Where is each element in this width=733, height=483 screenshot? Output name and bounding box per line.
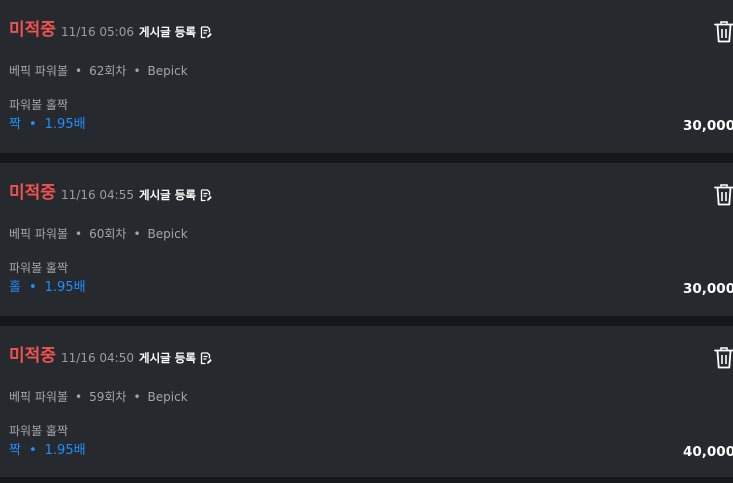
result-status: 미적중	[9, 20, 56, 40]
game-name: 베픽 파워볼	[9, 227, 69, 241]
post-article-button[interactable]: 게시글 등록	[139, 349, 212, 367]
odds-value: 1.95배	[44, 117, 86, 132]
bet-time: 11/16 04:50	[61, 351, 134, 365]
bet-type: 파워볼 홀짝	[9, 98, 69, 112]
bet-type: 파워볼 홀짝	[9, 424, 69, 438]
separator-dot: •	[28, 443, 37, 458]
pick-value: 짝	[9, 117, 21, 132]
bet-time: 11/16 05:06	[61, 25, 134, 39]
document-edit-icon	[200, 351, 212, 365]
delete-button[interactable]	[713, 20, 733, 44]
post-article-button[interactable]: 게시글 등록	[139, 186, 212, 204]
separator-dot: •	[28, 117, 37, 132]
post-article-label: 게시글 등록	[139, 25, 196, 39]
bet-meta: 베픽 파워볼 • 62회차 • Bepick	[9, 63, 188, 79]
odds-value: 1.95배	[44, 443, 86, 458]
delete-button[interactable]	[713, 183, 733, 207]
result-status: 미적중	[9, 183, 56, 203]
site-name: Bepick	[147, 390, 188, 404]
trash-icon	[713, 20, 733, 44]
game-name: 베픽 파워볼	[9, 390, 69, 404]
site-name: Bepick	[147, 64, 188, 78]
round-number: 62회차	[89, 64, 127, 78]
post-article-label: 게시글 등록	[139, 188, 196, 202]
bet-card: 미적중 11/16 04:50 게시글 등록 베픽 파워볼 • 59회차 • Bepic…	[0, 326, 733, 477]
bet-amount: 40,000원	[683, 444, 733, 460]
delete-button[interactable]	[713, 346, 733, 370]
bet-amount: 30,000원	[683, 281, 733, 297]
bet-card: 미적중 11/16 05:06 게시글 등록 베픽 파워볼 • 62회차 • Bepic…	[0, 0, 733, 153]
bet-meta: 베픽 파워볼 • 60회차 • Bepick	[9, 226, 188, 242]
pick-value: 홀	[9, 280, 21, 295]
odds-value: 1.95배	[44, 280, 86, 295]
separator-dot: •	[133, 390, 141, 404]
site-name: Bepick	[147, 227, 188, 241]
separator-dot: •	[75, 390, 83, 404]
document-edit-icon	[200, 25, 212, 39]
separator-dot: •	[133, 64, 141, 78]
post-article-label: 게시글 등록	[139, 351, 196, 365]
bet-time: 11/16 04:55	[61, 188, 134, 202]
document-edit-icon	[200, 188, 212, 202]
round-number: 60회차	[89, 227, 127, 241]
bet-type: 파워볼 홀짝	[9, 261, 69, 275]
separator-dot: •	[28, 280, 37, 295]
bet-amount: 30,000원	[683, 118, 733, 134]
trash-icon	[713, 183, 733, 207]
bet-card: 미적중 11/16 04:55 게시글 등록 베픽 파워볼 • 60회차 • Bepic…	[0, 163, 733, 316]
separator-dot: •	[75, 227, 83, 241]
trash-icon	[713, 346, 733, 370]
separator-dot: •	[75, 64, 83, 78]
round-number: 59회차	[89, 390, 127, 404]
bet-meta: 베픽 파워볼 • 59회차 • Bepick	[9, 389, 188, 405]
bet-pick: 짝 • 1.95배	[9, 442, 86, 460]
post-article-button[interactable]: 게시글 등록	[139, 23, 212, 41]
pick-value: 짝	[9, 443, 21, 458]
bet-pick: 홀 • 1.95배	[9, 279, 86, 297]
game-name: 베픽 파워볼	[9, 64, 69, 78]
result-status: 미적중	[9, 346, 56, 366]
bet-pick: 짝 • 1.95배	[9, 116, 86, 134]
separator-dot: •	[133, 227, 141, 241]
bet-history-list: 미적중 11/16 05:06 게시글 등록 베픽 파워볼 • 62회차 • Bepic…	[0, 0, 733, 483]
